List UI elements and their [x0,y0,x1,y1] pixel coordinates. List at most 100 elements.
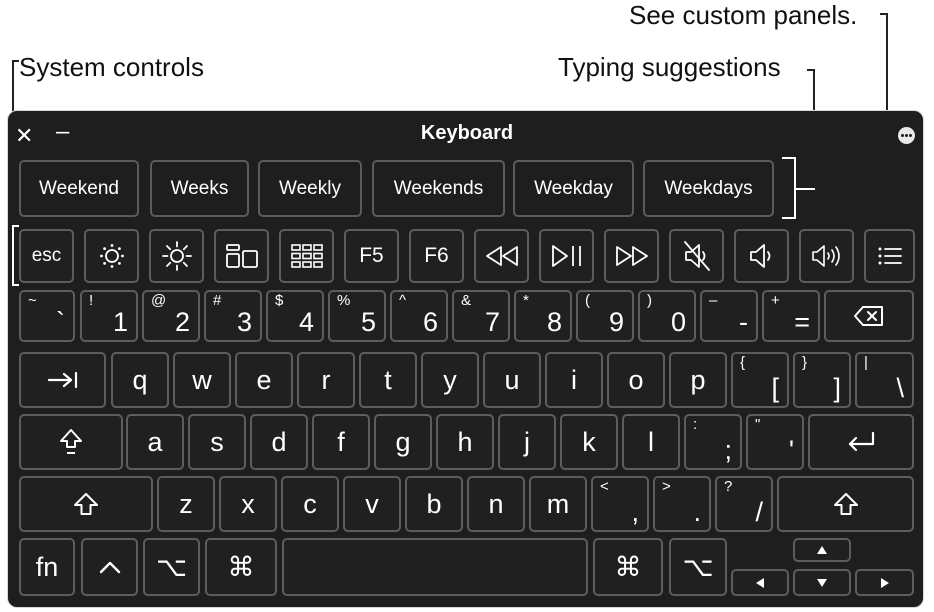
key-quote[interactable]: " ' [746,414,804,470]
left-command-key[interactable]: ⌘ [205,538,277,596]
key-t[interactable]: t [359,352,417,408]
key-8[interactable]: * 8 [514,290,572,342]
key-5[interactable]: % 5 [328,290,386,342]
suggestion-weekdays[interactable]: Weekdays [643,160,774,217]
brightness-down-key[interactable] [84,229,139,283]
key-k[interactable]: k [560,414,618,470]
key-m[interactable]: m [529,476,587,532]
key-0[interactable]: ) 0 [638,290,696,342]
return-key[interactable] [808,414,914,470]
key-u[interactable]: u [483,352,541,408]
key-o[interactable]: o [607,352,665,408]
mission-control-icon [225,244,258,268]
arrow-down-key[interactable] [793,569,851,596]
mission-control-key[interactable] [214,229,269,283]
suggestion-weekend[interactable]: Weekend [19,160,139,217]
arrow-right-key[interactable] [855,569,914,596]
callout-custom-panels: See custom panels. [629,0,858,30]
left-option-key[interactable]: ⌥ [143,538,200,596]
key-z[interactable]: z [157,476,215,532]
more-options-icon[interactable] [898,127,915,144]
key-3[interactable]: #3 [204,290,262,342]
f5-key[interactable]: F5 [344,229,399,283]
key-semicolon[interactable]: :; [684,414,742,470]
list-icon [878,247,902,265]
key-v[interactable]: v [343,476,401,532]
fast-forward-key[interactable] [604,229,659,283]
key-shift-label: + [771,292,780,309]
key-6[interactable]: ^ 6 [390,290,448,342]
leader-suggestions-tick [807,69,815,71]
key-r[interactable]: r [297,352,355,408]
key-2[interactable]: @2 [142,290,200,342]
key-backslash[interactable]: | \ [855,352,914,408]
key-period[interactable]: >. [653,476,711,532]
key-l[interactable]: l [622,414,680,470]
key-c[interactable]: c [281,476,339,532]
rewind-key[interactable] [474,229,529,283]
key-main-label: 2 [174,307,190,337]
key-s[interactable]: s [188,414,246,470]
key-y[interactable]: y [421,352,479,408]
suggestion-weekly[interactable]: Weekly [258,160,362,217]
key-backtick[interactable]: ~ ` [19,290,75,342]
arrow-left-key[interactable] [731,569,789,596]
bracket-system-controls [12,225,14,286]
volume-up-key[interactable] [799,229,854,283]
esc-key[interactable]: esc [19,229,74,283]
key-j[interactable]: j [498,414,556,470]
f6-key[interactable]: F6 [409,229,464,283]
brightness-up-key[interactable] [149,229,204,283]
key-shift-label: @ [151,292,167,309]
key-g[interactable]: g [374,414,432,470]
key-n[interactable]: n [467,476,525,532]
suggestion-weeks[interactable]: Weeks [150,160,249,217]
key-7[interactable]: & 7 [452,290,510,342]
key-h[interactable]: h [436,414,494,470]
key-slash[interactable]: ? / [715,476,773,532]
volume-down-key[interactable] [734,229,789,283]
return-icon [848,431,875,452]
key-4[interactable]: $4 [266,290,324,342]
key-i[interactable]: i [545,352,603,408]
fn-key[interactable]: fn [19,538,75,596]
tab-key[interactable] [19,352,106,408]
right-option-key[interactable]: ⌥ [669,538,727,596]
arrow-up-key[interactable] [793,538,851,562]
key-right-bracket[interactable]: }] [793,352,851,408]
key-left-bracket[interactable]: {[ [731,352,789,408]
key-p[interactable]: p [669,352,727,408]
key-f[interactable]: f [312,414,370,470]
right-shift-key[interactable] [777,476,914,532]
key-shift-label: # [213,292,222,309]
suggestion-weekends[interactable]: Weekends [372,160,505,217]
left-shift-key[interactable] [19,476,153,532]
launchpad-key[interactable] [279,229,334,283]
key-minus[interactable]: – - [700,290,758,342]
space-bar[interactable] [282,538,588,596]
volume-up-icon [811,245,840,267]
key-x[interactable]: x [219,476,277,532]
bracket-suggestions-top [782,157,796,159]
mute-key[interactable] [669,229,724,283]
custom-panels-key[interactable] [864,229,915,283]
caps-lock-key[interactable] [19,414,123,470]
control-key[interactable] [81,538,138,596]
key-a[interactable]: a [126,414,184,470]
key-comma[interactable]: <, [591,476,649,532]
suggestion-weekday[interactable]: Weekday [513,160,634,217]
key-e[interactable]: e [235,352,293,408]
right-command-key[interactable]: ⌘ [593,538,663,596]
key-main-label: 3 [236,307,252,337]
key-9[interactable]: (9 [576,290,634,342]
key-equals[interactable]: + = [762,290,820,342]
key-q[interactable]: q [111,352,169,408]
key-main-label: 5 [360,307,376,337]
play-pause-key[interactable] [539,229,594,283]
key-1[interactable]: ! 1 [80,290,138,342]
key-w[interactable]: w [173,352,231,408]
key-b[interactable]: b [405,476,463,532]
delete-key[interactable] [824,290,914,342]
key-d[interactable]: d [250,414,308,470]
leader-system-controls-tick [12,60,19,62]
